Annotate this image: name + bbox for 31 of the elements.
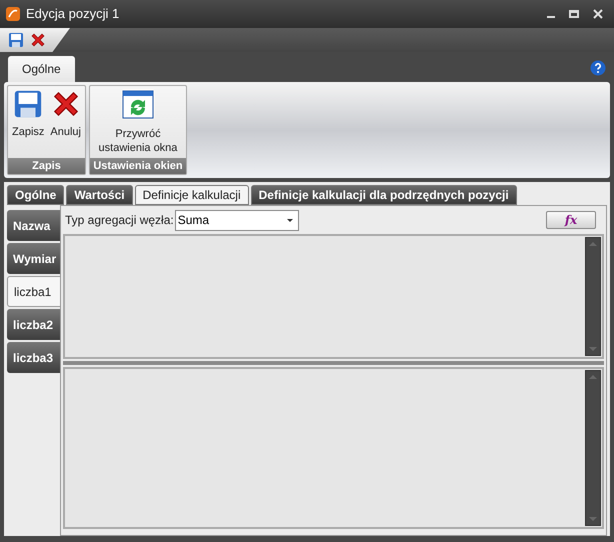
app-logo-icon: [5, 6, 21, 22]
cross-icon: [30, 32, 46, 48]
aggregation-dropdown[interactable]: Suma: [174, 210, 299, 230]
dropdown-caret-icon[interactable]: [286, 218, 293, 222]
side-tab[interactable]: Nazwa: [7, 210, 60, 241]
help-icon[interactable]: [590, 60, 606, 76]
scrollbar[interactable]: [585, 370, 601, 526]
side-tab[interactable]: liczba3: [7, 342, 60, 373]
scrollbar[interactable]: [585, 237, 601, 356]
ribbon-button[interactable]: Przywróć ustawienia okna: [92, 89, 184, 158]
tab[interactable]: Definicje kalkulacji dla podrzędnych pozycji: [250, 185, 517, 205]
side-tab[interactable]: Wymiar: [7, 243, 60, 274]
side-tab[interactable]: liczba2: [7, 309, 60, 340]
tab[interactable]: Definicje kalkulacji: [134, 185, 249, 205]
close-icon[interactable]: [593, 9, 603, 19]
formula-preview[interactable]: [63, 367, 604, 529]
window-refresh-icon: [122, 89, 154, 121]
maximize-icon[interactable]: [569, 10, 579, 18]
formula-editor[interactable]: [63, 234, 604, 359]
ribbon-group-label: Ustawienia okien: [90, 158, 186, 174]
ribbon-button[interactable]: Zapisz: [10, 89, 46, 158]
aggregation-label: Typ agregacji węzła:: [65, 212, 174, 229]
window-title: Edycja pozycji 1: [26, 5, 120, 24]
minimize-icon[interactable]: [547, 16, 555, 18]
ribbon-group-label: Zapis: [8, 158, 85, 174]
ribbon-button[interactable]: Anuluj: [48, 89, 83, 158]
formula-button[interactable]: fx: [546, 211, 596, 229]
side-tab[interactable]: liczba1: [7, 276, 61, 307]
tab[interactable]: Ogólne: [7, 185, 64, 205]
tab[interactable]: Wartości: [66, 185, 133, 205]
ribbon-tab[interactable]: Ogólne: [8, 56, 75, 82]
